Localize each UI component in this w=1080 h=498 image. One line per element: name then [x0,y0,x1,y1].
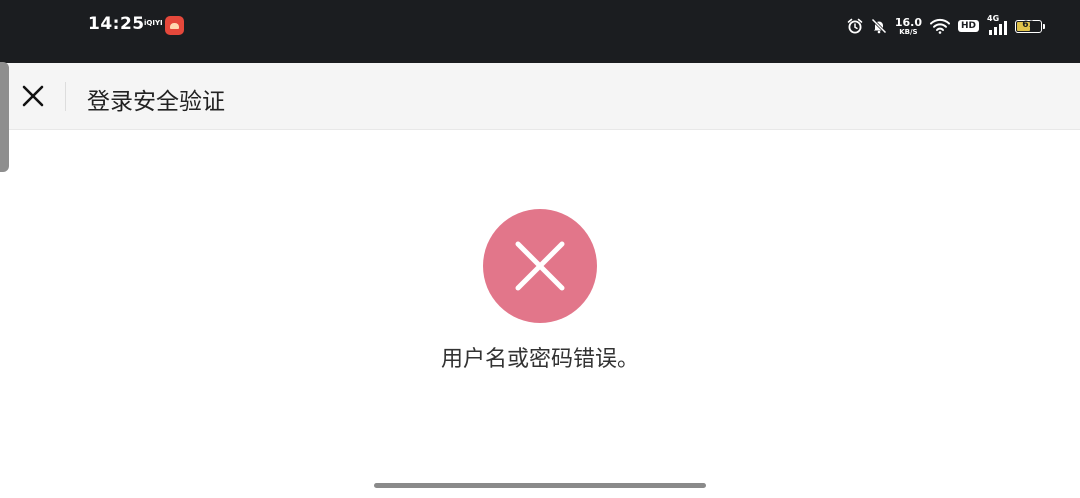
app-notification-icon [165,16,184,35]
title-divider [65,82,66,111]
edge-handle[interactable] [0,62,9,172]
network-speed-unit: KB/S [899,27,918,36]
network-speed-value: 16.0 [894,15,922,29]
bell-muted-icon [871,18,887,34]
error-message: 用户名或密码错误。 [440,347,639,372]
signal-icon: 4G [987,14,1007,36]
wifi-icon [929,18,950,34]
page-title: 登录安全验证 [87,89,225,115]
status-bar: 14:25 iQIYI 16.0 KB/S HD 4G 61 [0,0,1080,63]
error-circle-icon [483,209,597,323]
close-icon [22,85,44,107]
close-button[interactable] [19,82,47,110]
status-icons: 16.0 KB/S HD 4G 61 [847,14,1045,38]
alarm-icon [847,18,863,34]
home-indicator[interactable] [374,483,706,488]
title-bar: 登录安全验证 [0,63,1080,130]
iqiyi-app-icon: iQIYI [144,19,163,27]
status-time: 14:25 [88,14,145,34]
battery-level: 61 [1022,19,1035,30]
battery-icon: 61 [1015,19,1045,33]
network-speed: 16.0 KB/S [895,17,922,36]
hd-badge: HD [957,20,979,32]
